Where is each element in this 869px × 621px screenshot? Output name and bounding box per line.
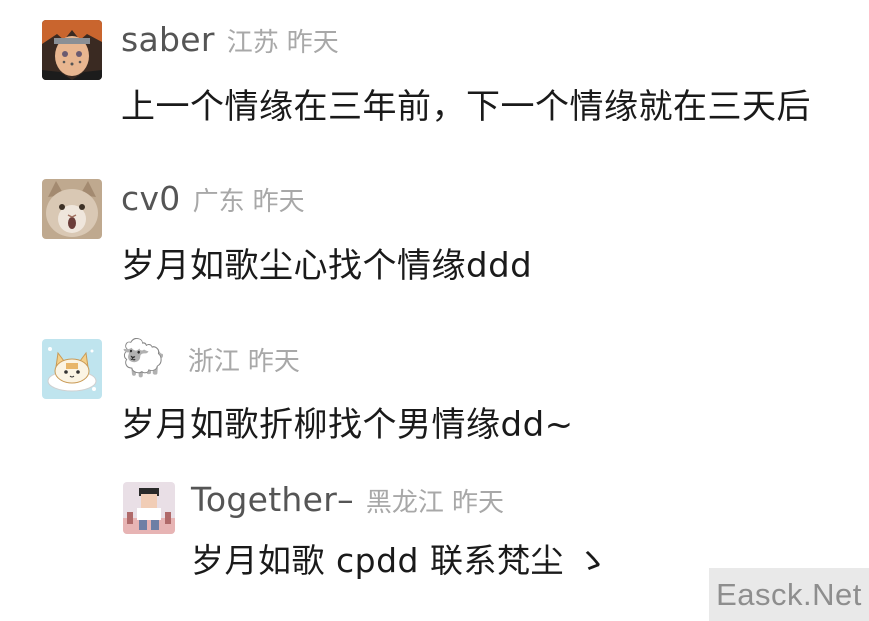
location-label: 江苏	[226, 28, 279, 58]
location-label: 广东	[192, 187, 245, 217]
cat-avatar-icon	[42, 179, 102, 239]
comment-meta: 🐑 浙江 昨天	[121, 341, 300, 378]
location-label: 浙江	[187, 347, 240, 377]
comment-list: saber 江苏 昨天 上一个情缘在三年前，下一个情缘就在三天后 cv0 广东 …	[0, 0, 869, 621]
watermark: Easck.Net	[709, 568, 869, 621]
user-avatar[interactable]	[42, 179, 102, 239]
comment-meta: saber 江苏 昨天	[121, 20, 339, 59]
username[interactable]: Together–	[191, 480, 354, 519]
timestamp: 昨天	[451, 488, 504, 518]
location-label: 黑龙江	[365, 488, 444, 518]
timestamp: 昨天	[252, 187, 305, 217]
sheep-icon[interactable]: 🐑	[121, 341, 166, 377]
timestamp: 昨天	[286, 28, 339, 58]
user-avatar[interactable]	[123, 482, 175, 534]
comment-text: 岁月如歌折柳找个男情缘dd~	[121, 405, 574, 445]
user-avatar[interactable]	[42, 339, 102, 399]
comment-text: 上一个情缘在三年前，下一个情缘就在三天后	[121, 87, 811, 127]
cartoon-cat-avatar-icon	[42, 339, 102, 399]
comment-text: 岁月如歌尘心找个情缘ddd	[121, 246, 533, 286]
anime-character-avatar-icon	[42, 20, 102, 80]
comment-meta: cv0 广东 昨天	[121, 179, 305, 218]
username[interactable]: cv0	[121, 179, 181, 218]
username[interactable]: saber	[121, 20, 215, 59]
user-avatar[interactable]	[42, 20, 102, 80]
comment-meta: Together– 黑龙江 昨天	[191, 480, 504, 519]
timestamp: 昨天	[247, 347, 300, 377]
reply-text: 岁月如歌 cpdd 联系梵尘 ゝ	[191, 541, 609, 580]
pixel-art-avatar-icon	[123, 482, 175, 534]
